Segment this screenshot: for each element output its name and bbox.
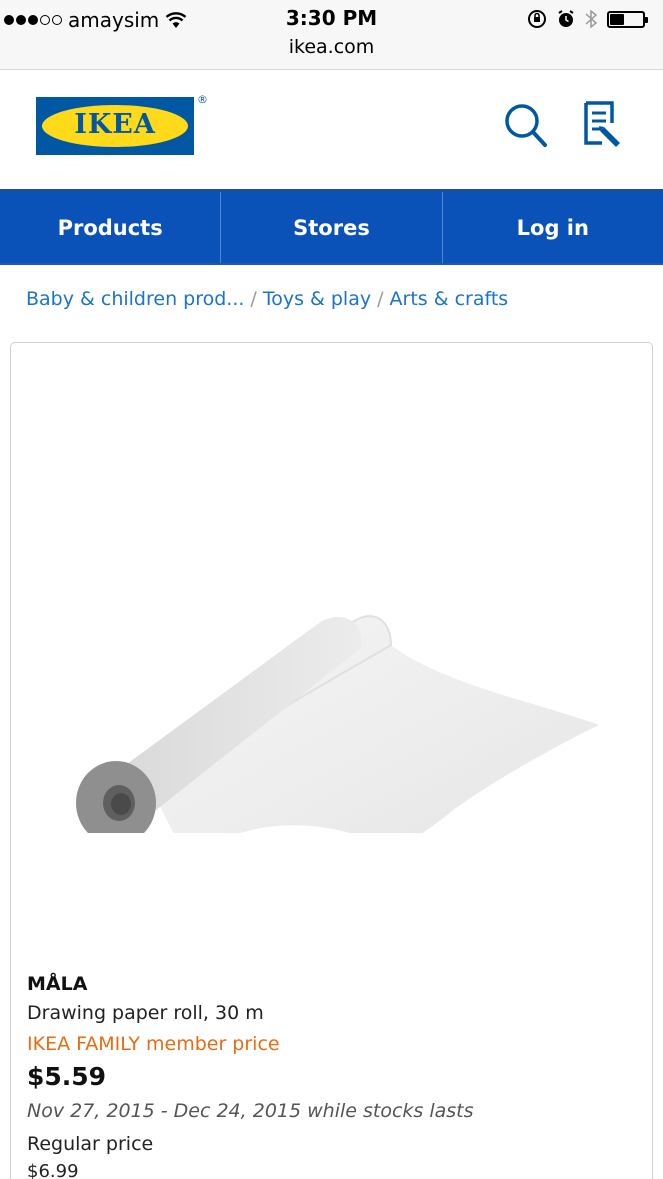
status-right: [527, 8, 648, 30]
product-name[interactable]: MÅLA: [27, 971, 636, 997]
nav-log-in[interactable]: Log in: [443, 192, 663, 263]
breadcrumb-arts-crafts[interactable]: Arts & crafts: [390, 288, 509, 310]
regular-price: $6.99: [27, 1161, 79, 1179]
orientation-lock-icon: [528, 10, 546, 28]
breadcrumb-baby-children[interactable]: Baby & children prod...: [26, 288, 244, 310]
battery-icon: [607, 10, 648, 28]
breadcrumb-separator: /: [377, 288, 384, 310]
logo-text: IKEA: [74, 109, 156, 140]
shopping-list-icon: [584, 101, 620, 147]
alarm-icon: [558, 10, 574, 27]
product-info: MÅLA Drawing paper roll, 30 m IKEA FAMIL…: [27, 971, 636, 1179]
offer-dates: Nov 27, 2015 - Dec 24, 2015 while stocks…: [27, 1100, 474, 1122]
search-icon: [505, 104, 547, 147]
shopping-list-button[interactable]: [580, 99, 628, 151]
nav-stores[interactable]: Stores: [221, 192, 443, 263]
bluetooth-icon: [585, 9, 597, 29]
product-description: Drawing paper roll, 30 m: [27, 1002, 264, 1024]
nav-products[interactable]: Products: [0, 192, 222, 263]
search-button[interactable]: [502, 99, 550, 151]
family-price-label: IKEA FAMILY member price: [27, 1033, 280, 1055]
browser-status-bar: amaysim 3:30 PM ikea.com: [0, 0, 663, 70]
breadcrumb-separator: /: [250, 288, 257, 310]
breadcrumb: Baby & children prod... / Toys & play / Arts…: [26, 288, 508, 310]
address-bar-url[interactable]: ikea.com: [0, 36, 663, 58]
product-image[interactable]: [61, 473, 621, 833]
ikea-logo[interactable]: IKEA ®: [36, 93, 208, 155]
product-card[interactable]: MÅLA Drawing paper roll, 30 m IKEA FAMIL…: [10, 342, 653, 1179]
logo-registered-mark: ®: [197, 93, 208, 106]
breadcrumb-toys-play[interactable]: Toys & play: [263, 288, 371, 310]
regular-price-label: Regular price: [27, 1133, 154, 1155]
site-header: IKEA ®: [0, 71, 663, 189]
family-price: $5.59: [27, 1062, 107, 1091]
main-nav: Products Stores Log in: [0, 189, 663, 265]
